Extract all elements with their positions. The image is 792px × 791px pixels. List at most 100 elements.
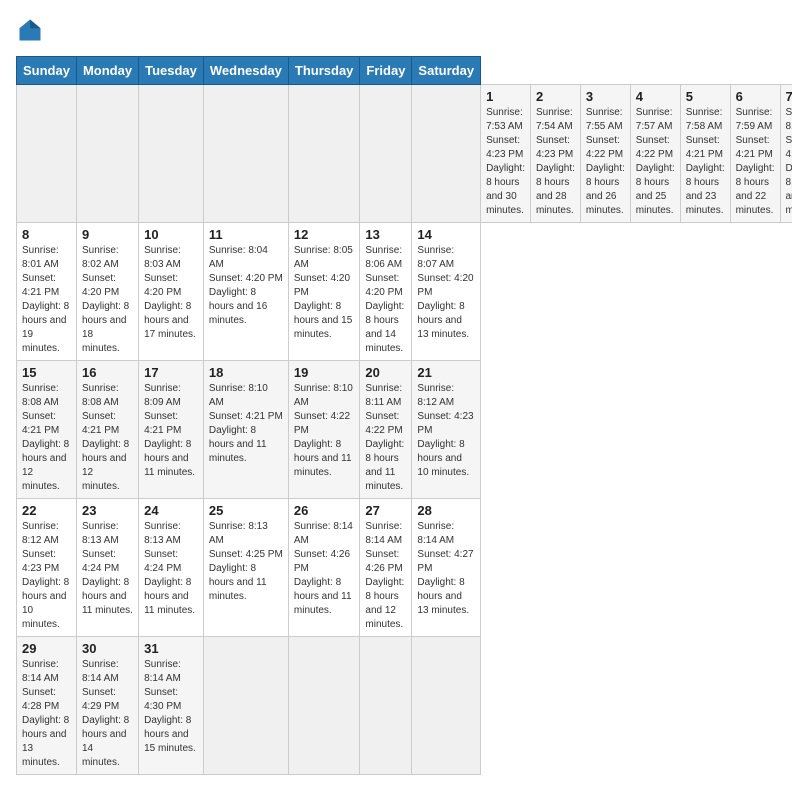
day-number: 13 — [365, 227, 406, 242]
sunset-label: Sunset: 4:22 PM — [586, 135, 623, 160]
calendar-day-cell: 7 Sunrise: 8:00 AM Sunset: 4:21 PM Dayli… — [780, 85, 792, 223]
calendar-day-cell: 4 Sunrise: 7:57 AM Sunset: 4:22 PM Dayli… — [630, 85, 680, 223]
sunrise-label: Sunrise: 8:04 AM — [209, 245, 268, 270]
sunset-label: Sunset: 4:20 PM — [209, 273, 283, 284]
daylight-label: Daylight: 8 hours and 11 minutes. — [144, 439, 195, 478]
page-header — [16, 16, 776, 44]
calendar-day-cell: 16 Sunrise: 8:08 AM Sunset: 4:21 PM Dayl… — [76, 361, 138, 499]
sunrise-label: Sunrise: 8:06 AM — [365, 245, 402, 270]
daylight-label: Daylight: 8 hours and 11 minutes. — [144, 577, 195, 616]
daylight-label: Daylight: 8 hours and 15 minutes. — [294, 301, 352, 340]
sunrise-label: Sunrise: 8:14 AM — [82, 659, 119, 684]
calendar-day-cell: 17 Sunrise: 8:09 AM Sunset: 4:21 PM Dayl… — [139, 361, 204, 499]
calendar-day-cell: 5 Sunrise: 7:58 AM Sunset: 4:21 PM Dayli… — [680, 85, 730, 223]
daylight-label: Daylight: 8 hours and 10 minutes. — [22, 577, 69, 630]
day-number: 7 — [786, 89, 792, 104]
day-info: Sunrise: 8:14 AM Sunset: 4:29 PM Dayligh… — [82, 658, 133, 770]
sunset-label: Sunset: 4:30 PM — [144, 687, 181, 712]
day-number: 26 — [294, 503, 355, 518]
calendar-day-cell: 11 Sunrise: 8:04 AM Sunset: 4:20 PM Dayl… — [203, 223, 288, 361]
sunset-label: Sunset: 4:20 PM — [294, 273, 350, 298]
sunset-label: Sunset: 4:23 PM — [486, 135, 523, 160]
day-number: 21 — [417, 365, 475, 380]
daylight-label: Daylight: 8 hours and 11 minutes. — [294, 439, 352, 478]
sunset-label: Sunset: 4:29 PM — [82, 687, 119, 712]
calendar-day-cell: 8 Sunrise: 8:01 AM Sunset: 4:21 PM Dayli… — [17, 223, 77, 361]
empty-cell — [203, 85, 288, 223]
calendar-day-cell: 30 Sunrise: 8:14 AM Sunset: 4:29 PM Dayl… — [76, 637, 138, 775]
daylight-label: Daylight: 8 hours and 14 minutes. — [365, 301, 404, 354]
col-header-saturday: Saturday — [412, 57, 481, 85]
sunrise-label: Sunrise: 8:09 AM — [144, 383, 181, 408]
daylight-label: Daylight: 8 hours and 18 minutes. — [82, 301, 129, 354]
sunrise-label: Sunrise: 8:14 AM — [365, 521, 402, 546]
day-number: 16 — [82, 365, 133, 380]
sunrise-label: Sunrise: 8:08 AM — [82, 383, 119, 408]
daylight-label: Daylight: 8 hours and 11 minutes. — [365, 439, 404, 492]
daylight-label: Daylight: 8 hours and 10 minutes. — [417, 439, 469, 478]
sunrise-label: Sunrise: 7:58 AM — [686, 107, 723, 132]
empty-cell — [139, 85, 204, 223]
calendar-day-cell: 22 Sunrise: 8:12 AM Sunset: 4:23 PM Dayl… — [17, 499, 77, 637]
sunrise-label: Sunrise: 8:10 AM — [209, 383, 268, 408]
sunset-label: Sunset: 4:20 PM — [144, 273, 181, 298]
sunrise-label: Sunrise: 8:03 AM — [144, 245, 181, 270]
sunrise-label: Sunrise: 8:01 AM — [22, 245, 59, 270]
sunset-label: Sunset: 4:21 PM — [22, 411, 59, 436]
daylight-label: Daylight: 8 hours and 28 minutes. — [536, 163, 575, 216]
sunrise-label: Sunrise: 7:54 AM — [536, 107, 573, 132]
sunset-label: Sunset: 4:20 PM — [365, 273, 402, 298]
empty-cell — [17, 85, 77, 223]
day-number: 20 — [365, 365, 406, 380]
day-number: 12 — [294, 227, 355, 242]
day-number: 22 — [22, 503, 71, 518]
day-info: Sunrise: 8:14 AM Sunset: 4:28 PM Dayligh… — [22, 658, 71, 770]
daylight-label: Daylight: 8 hours and 16 minutes. — [209, 287, 267, 326]
day-number: 3 — [586, 89, 625, 104]
sunset-label: Sunset: 4:22 PM — [294, 411, 350, 436]
sunrise-label: Sunrise: 8:13 AM — [209, 521, 268, 546]
empty-cell — [412, 637, 481, 775]
day-number: 10 — [144, 227, 198, 242]
day-info: Sunrise: 8:06 AM Sunset: 4:20 PM Dayligh… — [365, 244, 406, 356]
day-info: Sunrise: 8:00 AM Sunset: 4:21 PM Dayligh… — [786, 106, 792, 218]
day-number: 11 — [209, 227, 283, 242]
day-number: 29 — [22, 641, 71, 656]
sunset-label: Sunset: 4:26 PM — [294, 549, 350, 574]
sunrise-label: Sunrise: 8:14 AM — [144, 659, 181, 684]
day-number: 6 — [736, 89, 775, 104]
daylight-label: Daylight: 8 hours and 12 minutes. — [82, 439, 129, 492]
calendar-header-row: SundayMondayTuesdayWednesdayThursdayFrid… — [17, 57, 792, 85]
sunrise-label: Sunrise: 8:13 AM — [82, 521, 119, 546]
daylight-label: Daylight: 8 hours and 15 minutes. — [144, 715, 196, 754]
daylight-label: Daylight: 8 hours and 19 minutes. — [22, 301, 69, 354]
sunset-label: Sunset: 4:21 PM — [82, 411, 119, 436]
day-info: Sunrise: 8:04 AM Sunset: 4:20 PM Dayligh… — [209, 244, 283, 328]
daylight-label: Daylight: 8 hours and 12 minutes. — [365, 577, 404, 630]
daylight-label: Daylight: 8 hours and 23 minutes. — [686, 163, 725, 216]
day-info: Sunrise: 7:59 AM Sunset: 4:21 PM Dayligh… — [736, 106, 775, 218]
daylight-label: Daylight: 8 hours and 11 minutes. — [209, 563, 267, 602]
calendar-day-cell: 27 Sunrise: 8:14 AM Sunset: 4:26 PM Dayl… — [360, 499, 412, 637]
day-info: Sunrise: 8:10 AM Sunset: 4:21 PM Dayligh… — [209, 382, 283, 466]
sunset-label: Sunset: 4:26 PM — [365, 549, 402, 574]
calendar-day-cell: 24 Sunrise: 8:13 AM Sunset: 4:24 PM Dayl… — [139, 499, 204, 637]
sunset-label: Sunset: 4:21 PM — [209, 411, 283, 422]
calendar-day-cell: 9 Sunrise: 8:02 AM Sunset: 4:20 PM Dayli… — [76, 223, 138, 361]
daylight-label: Daylight: 8 hours and 30 minutes. — [486, 163, 525, 216]
sunrise-label: Sunrise: 8:07 AM — [417, 245, 454, 270]
day-info: Sunrise: 8:03 AM Sunset: 4:20 PM Dayligh… — [144, 244, 198, 342]
day-number: 17 — [144, 365, 198, 380]
sunrise-label: Sunrise: 7:53 AM — [486, 107, 523, 132]
calendar-week-row: 8 Sunrise: 8:01 AM Sunset: 4:21 PM Dayli… — [17, 223, 792, 361]
daylight-label: Daylight: 8 hours and 14 minutes. — [82, 715, 129, 768]
logo-icon — [16, 16, 44, 44]
day-info: Sunrise: 8:12 AM Sunset: 4:23 PM Dayligh… — [417, 382, 475, 480]
calendar-day-cell: 28 Sunrise: 8:14 AM Sunset: 4:27 PM Dayl… — [412, 499, 481, 637]
sunset-label: Sunset: 4:23 PM — [536, 135, 573, 160]
day-number: 9 — [82, 227, 133, 242]
calendar-day-cell: 14 Sunrise: 8:07 AM Sunset: 4:20 PM Dayl… — [412, 223, 481, 361]
day-number: 18 — [209, 365, 283, 380]
daylight-label: Daylight: 8 hours and 26 minutes. — [586, 163, 625, 216]
sunset-label: Sunset: 4:21 PM — [686, 135, 723, 160]
